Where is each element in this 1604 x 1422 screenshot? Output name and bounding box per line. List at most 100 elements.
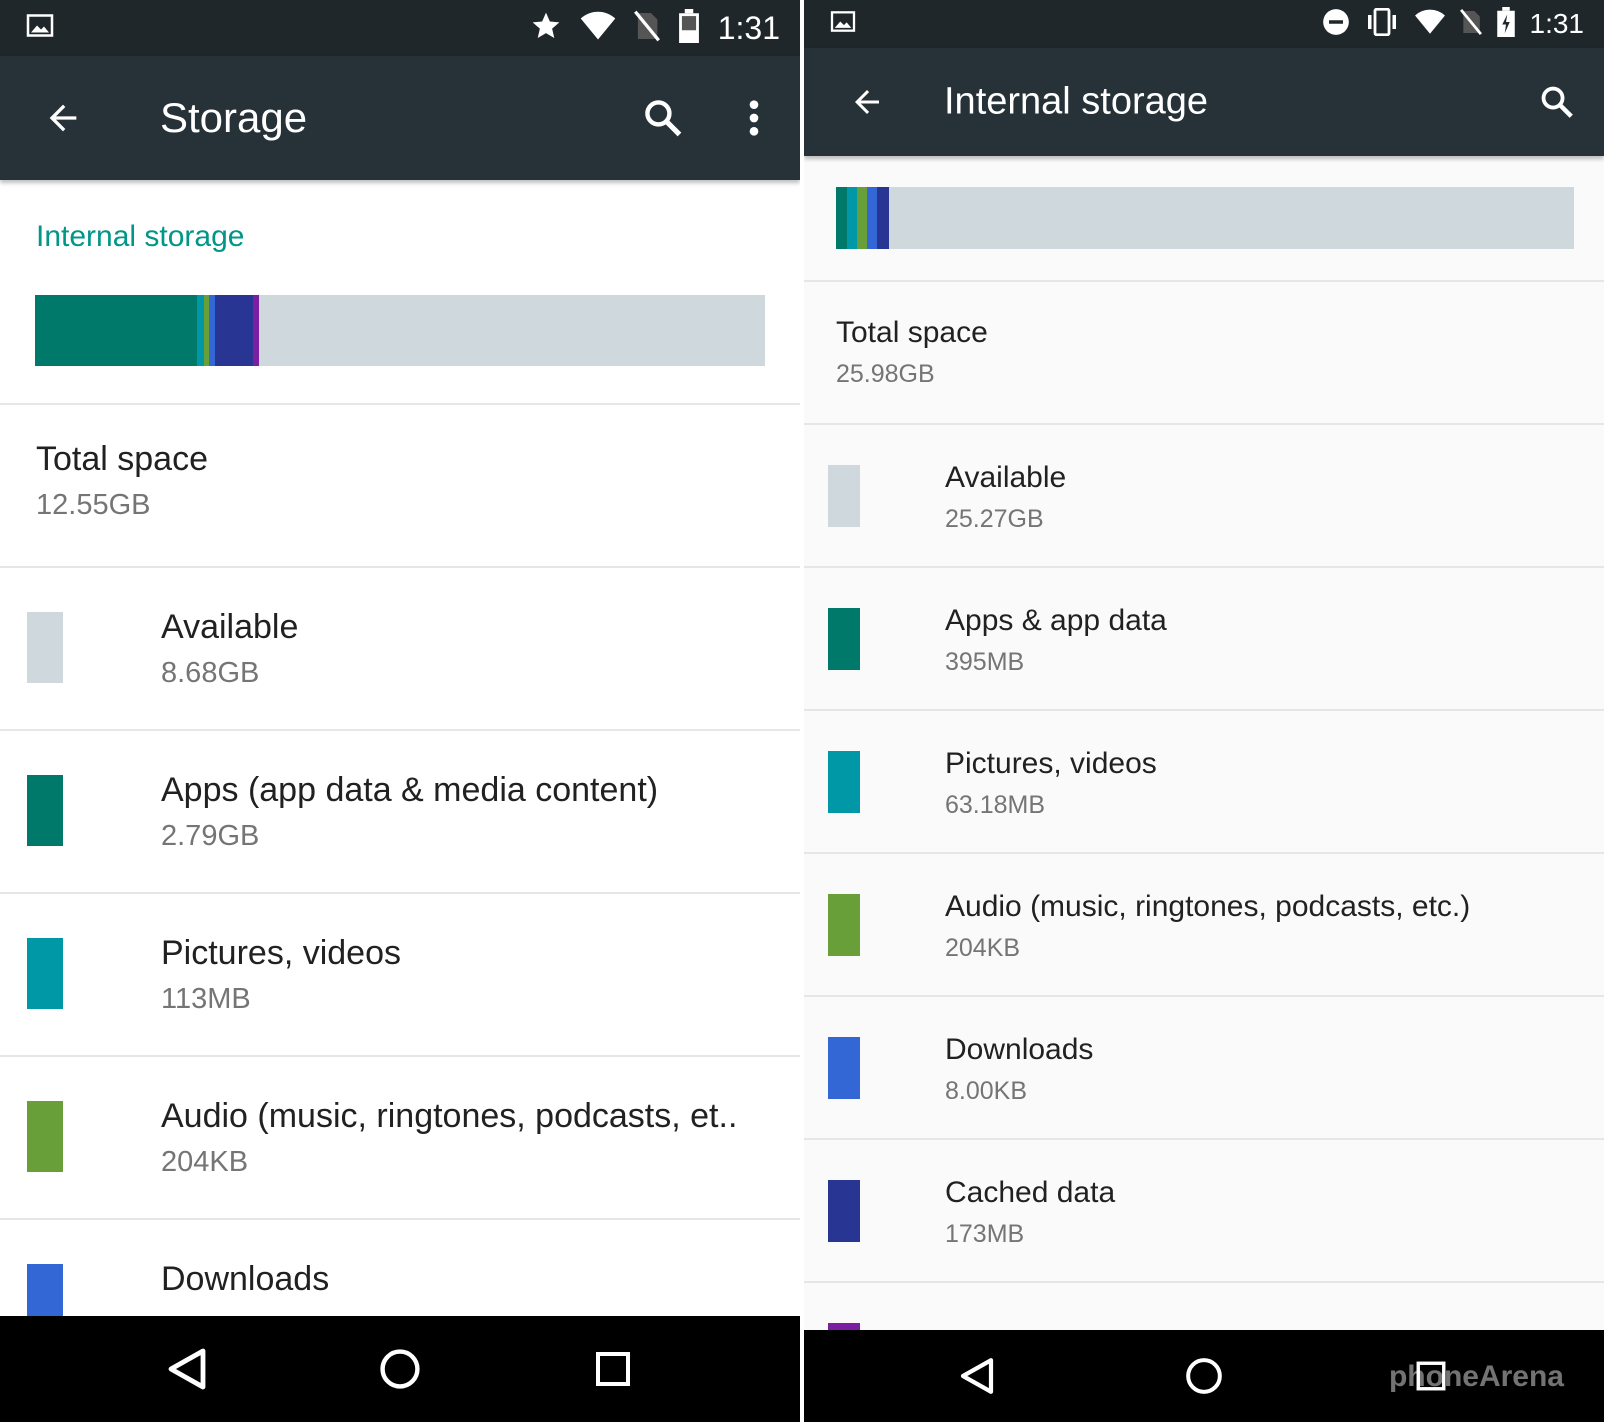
- home-nav-icon[interactable]: [370, 1339, 430, 1399]
- back-nav-icon[interactable]: [947, 1346, 1007, 1406]
- storage-item-label: Available: [161, 608, 299, 646]
- storage-item-size: 173MB: [945, 1220, 1025, 1248]
- right-screen: 1:31 Internal storage Total space 25.98G…: [804, 0, 1604, 1422]
- storage-usage-bar: [35, 295, 765, 366]
- color-swatch: [27, 612, 63, 683]
- wifi-icon: [1414, 9, 1446, 40]
- app-bar: Storage: [0, 56, 800, 180]
- vibrate-icon: [1364, 7, 1400, 41]
- storage-item-label: Available: [945, 461, 1067, 494]
- total-space-value: 25.98GB: [836, 360, 935, 388]
- color-swatch: [828, 894, 860, 956]
- search-icon[interactable]: [638, 93, 688, 143]
- divider: [0, 403, 800, 405]
- storage-item-size: 63.18MB: [945, 791, 1046, 819]
- watermark: phoneArena: [1388, 1360, 1564, 1393]
- storage-item-size: 204KB: [161, 1146, 249, 1178]
- usage-segment-audio: [857, 187, 867, 249]
- back-nav-icon[interactable]: [157, 1339, 217, 1399]
- page-title: Storage: [160, 94, 308, 141]
- color-swatch: [828, 465, 860, 527]
- divider: [804, 280, 1604, 282]
- storage-item[interactable]: Downloads 8.00KB: [804, 997, 1604, 1140]
- storage-item-text: Audio (music, ringtones, podcasts, et.. 2…: [161, 1097, 737, 1179]
- storage-item-text: Available 25.27GB: [945, 461, 1066, 534]
- storage-item-text: Downloads 8.00KB: [945, 1033, 1093, 1106]
- total-space-label: Total space: [836, 316, 988, 349]
- usage-segment-apps: [35, 295, 198, 366]
- back-arrow-icon[interactable]: [38, 93, 88, 143]
- storage-item-size: 204KB: [945, 934, 1021, 962]
- storage-item-label: Audio (music, ringtones, podcasts, etc.): [945, 890, 1471, 923]
- storage-item-text: Downloads: [161, 1260, 329, 1309]
- storage-item-size: 113MB: [161, 983, 251, 1015]
- usage-segment-pictures: [847, 187, 858, 249]
- storage-item-label: Pictures, videos: [945, 747, 1157, 780]
- gallery-icon: [830, 11, 856, 38]
- color-swatch: [828, 1180, 860, 1242]
- storage-item-text: Audio (music, ringtones, podcasts, etc.)…: [945, 890, 1470, 963]
- dnd-icon: [1322, 8, 1350, 41]
- total-space-label: Total space: [36, 440, 208, 478]
- color-swatch: [27, 775, 63, 846]
- recents-nav-icon[interactable]: [583, 1339, 643, 1399]
- total-space-value: 12.55GB: [36, 489, 151, 521]
- storage-item-label: Apps & app data: [945, 604, 1167, 637]
- status-time: 1:31: [1529, 8, 1585, 39]
- storage-item-text: Cached data 173MB: [945, 1176, 1115, 1249]
- navigation-bar: [0, 1316, 800, 1422]
- storage-item-label: Downloads: [945, 1033, 1094, 1066]
- no-sim-icon: [1459, 8, 1482, 41]
- storage-item[interactable]: Available 25.27GB: [804, 425, 1604, 568]
- storage-item-label: Audio (music, ringtones, podcasts, et..: [161, 1097, 738, 1135]
- page-title: Internal storage: [944, 80, 1209, 123]
- storage-item[interactable]: Available 8.68GB: [0, 568, 800, 731]
- back-arrow-icon[interactable]: [842, 77, 892, 127]
- storage-item-label: Downloads: [161, 1260, 330, 1298]
- storage-item[interactable]: Pictures, videos 63.18MB: [804, 711, 1604, 854]
- storage-item-text: Pictures, videos 63.18MB: [945, 747, 1157, 820]
- more-vert-icon[interactable]: [734, 93, 774, 143]
- section-header: Internal storage: [36, 220, 245, 253]
- storage-item-label: Cached data: [945, 1176, 1116, 1209]
- search-icon[interactable]: [1532, 77, 1582, 127]
- color-swatch: [27, 938, 63, 1009]
- storage-item-text: Pictures, videos 113MB: [161, 934, 401, 1016]
- storage-item-label: Apps (app data & media content): [161, 771, 659, 809]
- storage-item[interactable]: Pictures, videos 113MB: [0, 894, 800, 1057]
- storage-item-size: 25.27GB: [945, 505, 1044, 533]
- home-nav-icon[interactable]: [1174, 1346, 1234, 1406]
- storage-item-text: Available 8.68GB: [161, 608, 298, 690]
- status-bar: 1:31: [0, 0, 800, 56]
- color-swatch: [27, 1101, 63, 1172]
- usage-segment-downloads: [866, 187, 877, 249]
- usage-segment-other: [253, 295, 260, 366]
- color-swatch: [828, 608, 860, 670]
- storage-item-text: Apps & app data 395MB: [945, 604, 1167, 677]
- color-swatch: [828, 751, 860, 813]
- no-sim-icon: [633, 10, 660, 47]
- storage-item[interactable]: Apps (app data & media content) 2.79GB: [0, 731, 800, 894]
- status-bar: 1:31: [804, 0, 1604, 48]
- storage-item[interactable]: Audio (music, ringtones, podcasts, et.. 2…: [0, 1057, 800, 1220]
- gallery-icon: [26, 14, 54, 43]
- usage-segment-cached: [215, 295, 254, 366]
- left-screen: 1:31 Storage Internal storage Total spac…: [0, 0, 800, 1422]
- storage-usage-bar: [836, 187, 1574, 249]
- storage-item-size: 8.00KB: [945, 1077, 1028, 1105]
- storage-item-label: Pictures, videos: [161, 934, 401, 972]
- storage-item-text: Apps (app data & media content) 2.79GB: [161, 771, 658, 853]
- wifi-icon: [580, 11, 616, 46]
- battery-charging-icon: [1496, 6, 1516, 42]
- storage-item[interactable]: Audio (music, ringtones, podcasts, etc.)…: [804, 854, 1604, 997]
- color-swatch: [828, 1037, 860, 1099]
- usage-segment-apps: [836, 187, 848, 249]
- storage-item-size: 8.68GB: [161, 657, 260, 689]
- storage-item-size: 395MB: [945, 648, 1025, 676]
- star-icon: [530, 10, 562, 47]
- storage-item[interactable]: Cached data 173MB: [804, 1140, 1604, 1283]
- usage-segment-cached: [876, 187, 890, 249]
- storage-item-size: 2.79GB: [161, 820, 260, 852]
- total-space: Total space 25.98GB: [836, 316, 988, 389]
- storage-item[interactable]: Apps & app data 395MB: [804, 568, 1604, 711]
